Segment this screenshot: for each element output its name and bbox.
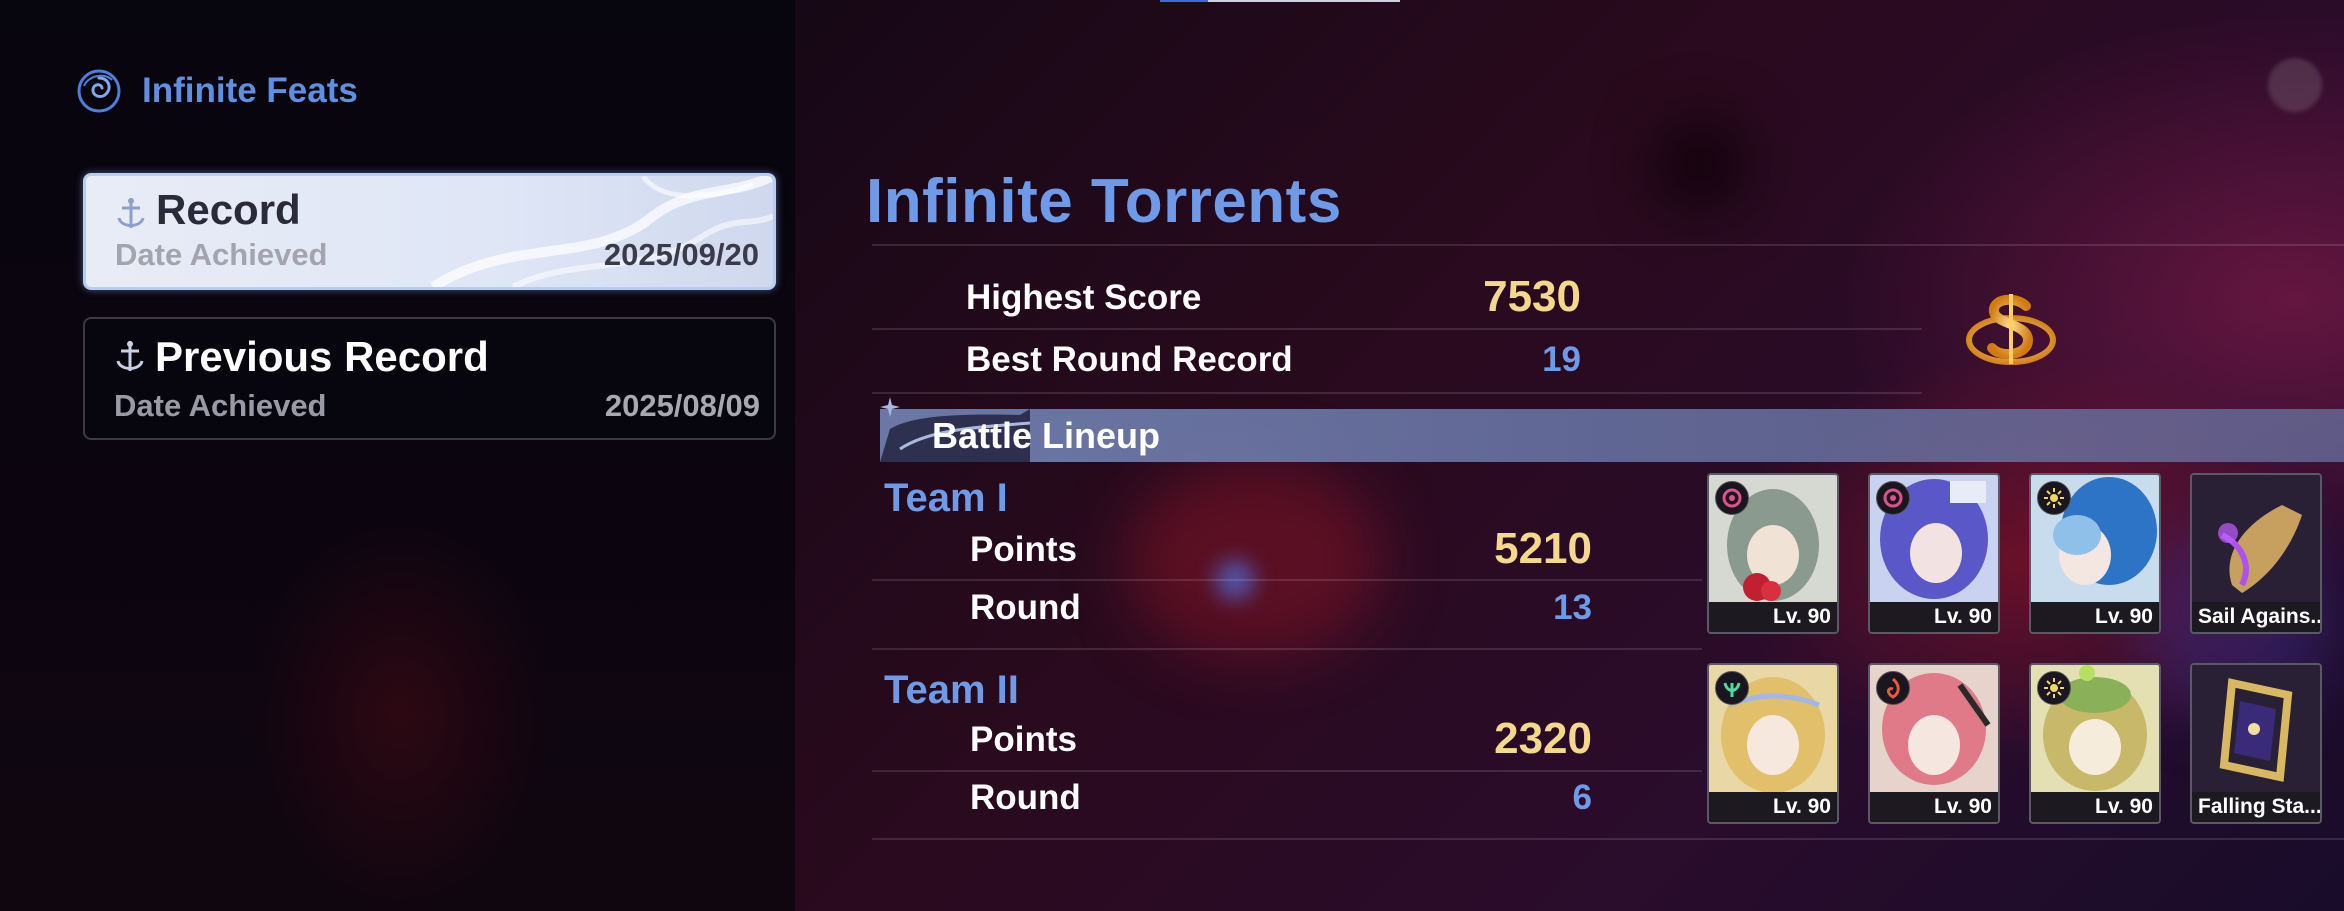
fusion-element-icon	[1876, 481, 1910, 515]
team-1-points-label: Points	[970, 530, 1077, 569]
record-card-title: Previous Record	[155, 333, 489, 380]
record-card-title: Record	[156, 186, 301, 233]
spectro-element-icon	[2037, 671, 2071, 705]
divider	[872, 579, 1702, 581]
spectro-element-icon	[2037, 481, 2071, 515]
team-1-round-label: Round	[970, 588, 1081, 627]
team-1-title: Team I	[884, 476, 1008, 520]
date-achieved-label: Date Achieved	[115, 237, 328, 272]
divider	[872, 328, 1922, 330]
best-round-label: Best Round Record	[966, 340, 1293, 379]
weapon-portrait	[2192, 665, 2320, 792]
score-coin-icon	[1966, 294, 2056, 365]
level-label: Lv. 90	[1709, 602, 1837, 632]
level-label: Lv. 90	[2031, 602, 2159, 632]
level-label: Lv. 90	[2031, 792, 2159, 822]
top-tab-indicator	[1160, 0, 1400, 2]
weapon-name-label: Sail Agains...	[2192, 602, 2320, 632]
team-1-points-value: 5210	[1494, 524, 1592, 573]
divider	[872, 244, 2344, 246]
date-achieved-label: Date Achieved	[114, 388, 327, 423]
help-button[interactable]	[2268, 58, 2322, 112]
team-1-character-slot-1[interactable]: Lv. 90	[1707, 473, 1839, 634]
anchor-icon	[116, 341, 144, 371]
record-card-current[interactable]: Record Date Achieved 2025/09/20	[83, 173, 776, 290]
team-2-points-value: 2320	[1494, 714, 1592, 763]
team-1-character-slot-2[interactable]: Lv. 90	[1868, 473, 2000, 634]
weapon-portrait	[2192, 475, 2320, 602]
battle-lineup-title: Battle Lineup	[932, 415, 1161, 456]
date-achieved-value: 2025/09/20	[603, 237, 759, 272]
highest-score-value: 7530	[1483, 272, 1581, 321]
divider	[872, 838, 2344, 840]
record-card-previous[interactable]: Previous Record Date Achieved 2025/08/09	[83, 317, 776, 440]
team-1-character-slot-3[interactable]: Lv. 90	[2029, 473, 2161, 634]
team-2-points-label: Points	[970, 720, 1077, 759]
divider	[872, 392, 1922, 394]
divider	[872, 770, 1702, 772]
spiral-icon	[77, 69, 121, 113]
anchor-icon	[117, 198, 145, 228]
left-panel-background	[0, 0, 795, 911]
aero-element-icon	[1715, 671, 1749, 705]
team-2-weapon-slot[interactable]: Falling Sta...	[2190, 663, 2322, 824]
team-2-round-label: Round	[970, 778, 1081, 817]
level-label: Lv. 90	[1870, 602, 1998, 632]
team-2-title: Team II	[884, 668, 1019, 712]
divider	[872, 648, 1702, 650]
level-label: Lv. 90	[1870, 792, 1998, 822]
fusion-element-icon	[1715, 481, 1749, 515]
highest-score-label: Highest Score	[966, 278, 1202, 317]
weapon-name-label: Falling Sta...	[2192, 792, 2320, 822]
sparkle-icon	[880, 397, 900, 417]
best-round-value: 19	[1542, 340, 1581, 379]
team-2-character-slot-2[interactable]: Lv. 90	[1868, 663, 2000, 824]
mode-title: Infinite Torrents	[866, 167, 1342, 236]
fusion-element-icon	[1876, 671, 1910, 705]
level-label: Lv. 90	[1709, 792, 1837, 822]
date-achieved-value: 2025/08/09	[604, 388, 760, 423]
team-2-round-value: 6	[1572, 778, 1592, 817]
team-1-weapon-slot[interactable]: Sail Agains...	[2190, 473, 2322, 634]
team-2-character-slot-1[interactable]: Lv. 90	[1707, 663, 1839, 824]
page-header-title: Infinite Feats	[142, 71, 358, 110]
infinite-feats-header: Infinite Feats	[76, 66, 358, 116]
team-2-character-slot-3[interactable]: Lv. 90	[2029, 663, 2161, 824]
team-1-round-value: 13	[1553, 588, 1592, 627]
